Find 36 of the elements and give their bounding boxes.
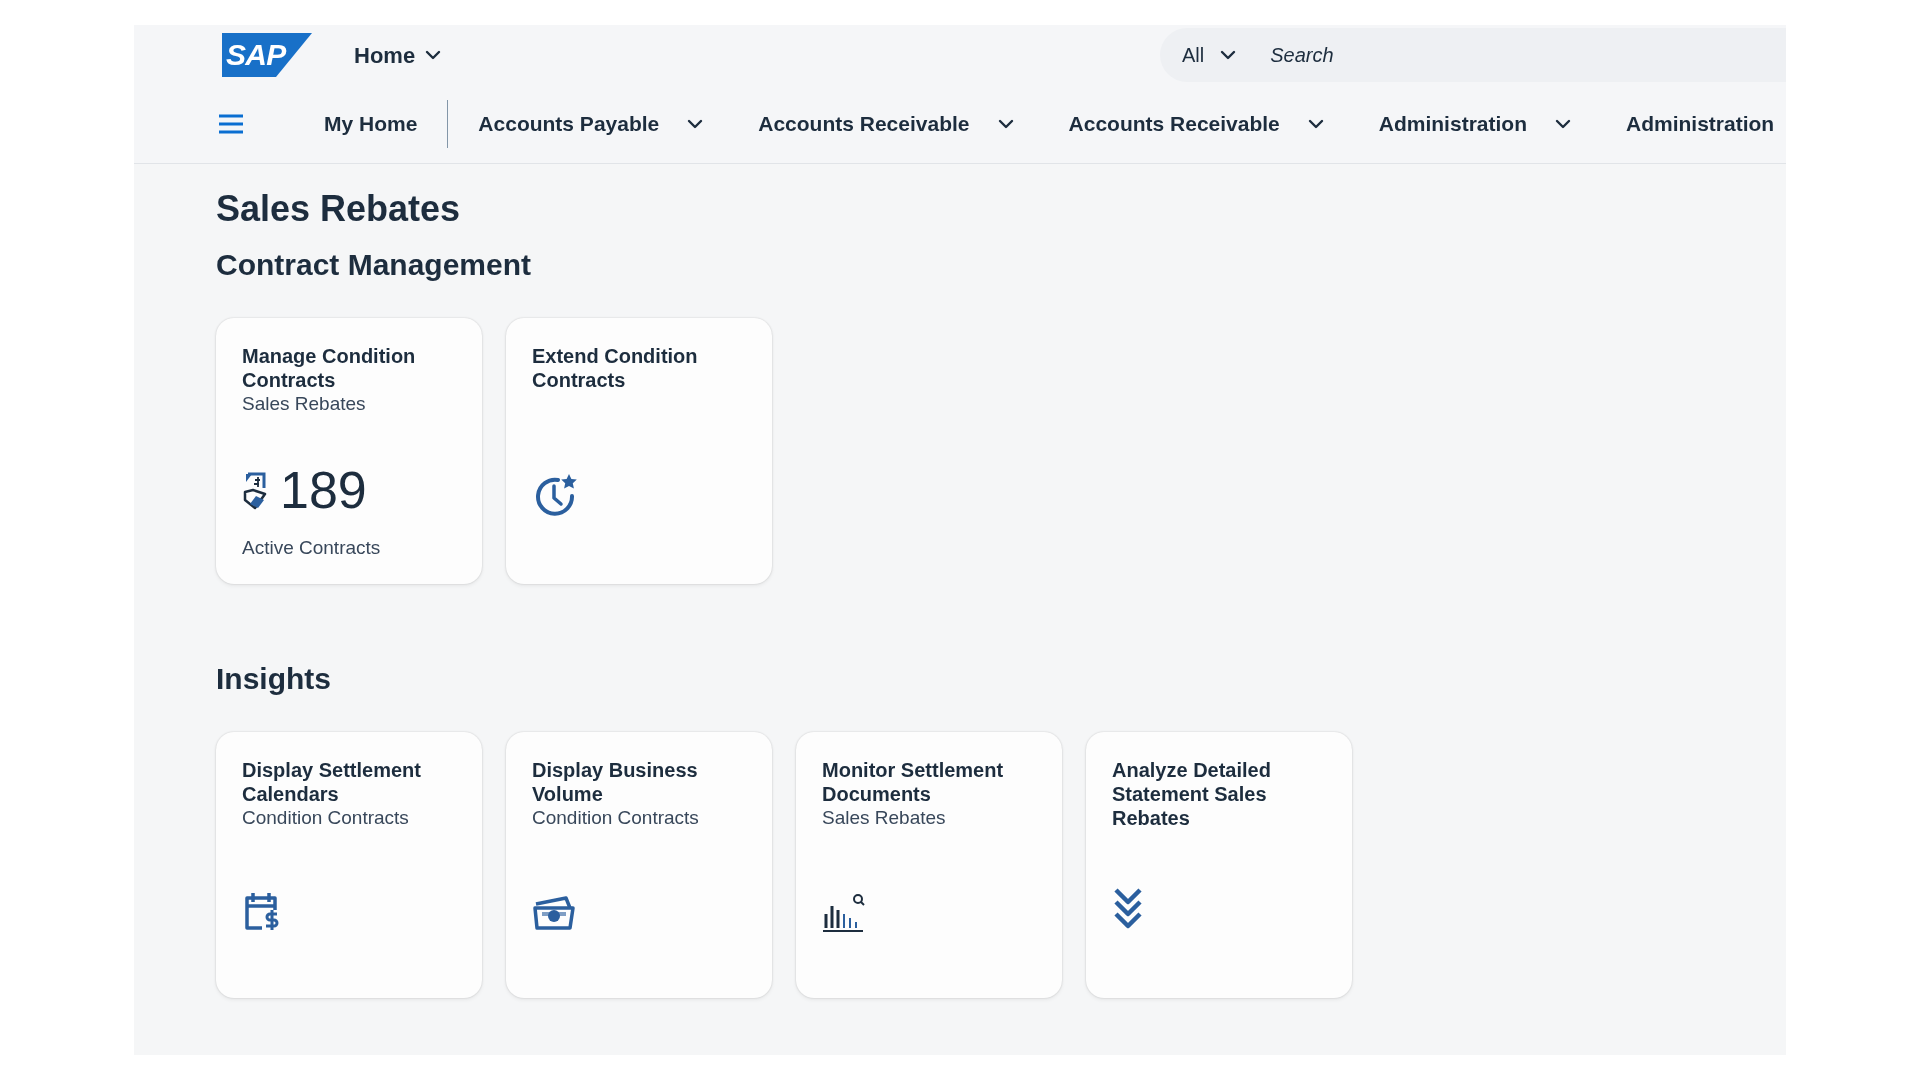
- money-folder-icon: [532, 894, 576, 932]
- tile-title: Analyze Detailed Statement Sales Rebates: [1112, 758, 1272, 830]
- section-title: Contract Management: [216, 247, 533, 283]
- app-tile[interactable]: Display Business Volume Condition Contracts: [506, 732, 772, 998]
- app-tile[interactable]: Monitor Settlement Documents Sales Rebates: [796, 732, 1062, 998]
- nav-tab[interactable]: My Home: [324, 108, 418, 140]
- app-tile[interactable]: Extend Condition Contracts: [506, 318, 772, 584]
- tile-title: Manage Condition Contracts: [242, 344, 417, 392]
- app-tile[interactable]: Analyze Detailed Statement Sales Rebates: [1086, 732, 1352, 998]
- section-title: Insights: [216, 661, 332, 697]
- logo[interactable]: SAP: [222, 33, 312, 77]
- home-menu[interactable]: Home: [354, 38, 442, 72]
- chevron-down-icon: [1220, 50, 1237, 60]
- tile-title: Monitor Settlement Documents: [822, 758, 1005, 806]
- kpi-footer: Active Contracts: [242, 536, 456, 560]
- nav-tab[interactable]: Accounts Payable: [478, 108, 704, 140]
- app-tile[interactable]: Display Settlement Calendars Condition Contracts: [216, 732, 482, 998]
- search-scope-dropdown[interactable]: All: [1160, 28, 1271, 82]
- tile-title: Display Business Volume: [532, 758, 699, 806]
- kpi-value: 189: [280, 462, 367, 518]
- tile-subtitle: Sales Rebates: [242, 392, 367, 416]
- nav-tab[interactable]: Administration: [1378, 108, 1571, 140]
- bar-chart-search-icon: [822, 892, 866, 932]
- tile-title: Display Settlement Calendars: [242, 758, 422, 806]
- tile-subtitle: Condition Contracts: [532, 806, 700, 830]
- nav-tab[interactable]: Accounts Receivable: [1068, 108, 1324, 140]
- tile-subtitle: Sales Rebates: [822, 806, 947, 830]
- nav-tab[interactable]: Accounts Receivable: [758, 108, 1014, 140]
- app-tile[interactable]: Manage Condition Contracts Sales Rebates 189 Active Contracts: [216, 318, 482, 584]
- tile-title: Extend Condition Contracts: [532, 344, 699, 392]
- nav-tab[interactable]: Administration: [1625, 108, 1775, 140]
- menu-icon[interactable]: [218, 114, 244, 134]
- chevron-down-icon: [425, 50, 442, 60]
- tile-subtitle: Condition Contracts: [242, 806, 410, 830]
- page-title: Sales Rebates: [216, 187, 462, 231]
- search-field[interactable]: Search: [1270, 28, 1786, 82]
